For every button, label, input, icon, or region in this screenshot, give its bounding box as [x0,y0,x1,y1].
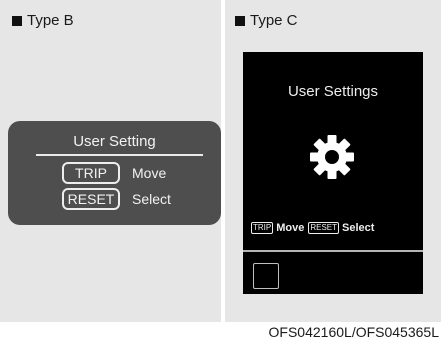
type-c-heading: Type C [235,12,298,29]
select-action-label: Select [342,222,375,234]
type-c-controls-row: TRIP Move RESET Select [251,222,378,234]
reset-button-label: RESET [62,188,120,210]
move-action-label: Move [132,165,167,181]
type-b-divider [36,154,203,156]
lcd-divider [243,250,423,252]
gear-icon [310,135,354,179]
move-action-label: Move [276,222,305,234]
type-c-title: User Settings [287,83,379,100]
square-bullet-icon [12,15,22,26]
type-c-lcd-display: User Settings TRIP Move RESET Select [243,52,423,294]
figure-code: OFS042160L/OFS045365L [268,324,439,340]
lcd-main-area: User Settings TRIP Move RESET Select [243,52,423,250]
type-b-label: Type B [27,12,74,29]
type-b-row-reset: RESET Select [62,188,171,210]
type-b-row-trip: TRIP Move [62,162,166,184]
type-b-title: User Setting [73,133,156,150]
trip-button-label: TRIP [62,162,120,184]
select-action-label: Select [132,191,171,207]
lcd-square-indicator [253,263,279,289]
type-b-heading: Type B [12,12,74,29]
type-c-label: Type C [250,12,298,29]
trip-key-label: TRIP [251,222,274,234]
type-b-cluster-display: User Setting TRIP Move RESET Select [8,121,221,225]
type-c-panel: Type C User Settings TRIP Move RESET Sel… [225,0,441,322]
type-b-panel: Type B User Setting TRIP Move RESET Sele… [0,0,221,322]
reset-key-label: RESET [308,222,340,234]
square-bullet-icon [235,15,245,26]
